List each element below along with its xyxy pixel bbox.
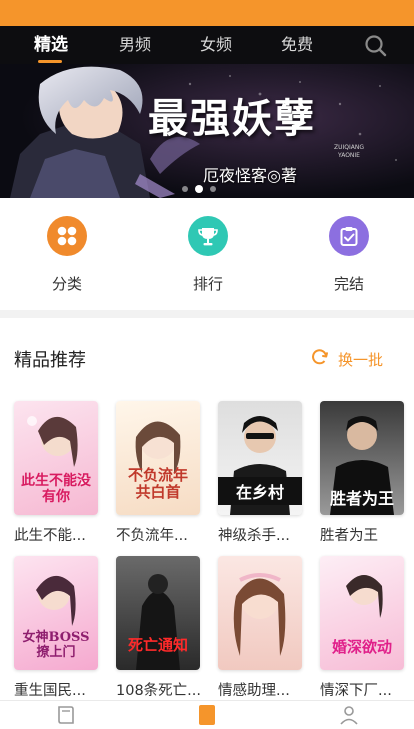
book-cover: 此生不能没有你 (14, 401, 98, 515)
cover-title: 胜者为王 (329, 489, 394, 508)
carousel-dots (182, 185, 216, 193)
refresh-label: 换一批 (338, 350, 384, 369)
refresh-button[interactable]: 换一批 (310, 347, 383, 371)
book-item[interactable]: 婚深欲动 情深下厂... (320, 556, 404, 700)
book-store-icon[interactable] (197, 705, 217, 729)
section-title: 精品推荐 (14, 350, 86, 371)
category-label: 分类 (51, 275, 82, 293)
book-cover: 不负流年共白首 (116, 401, 200, 515)
book-name: 此生不能... (14, 528, 86, 544)
category-label: 排行 (192, 275, 223, 293)
book-cover: 女神BOSS撩上门 (14, 556, 98, 670)
book-name: 重生国民... (14, 683, 86, 699)
cover-title: 死亡通知 (127, 636, 188, 654)
bookshelf-icon[interactable] (56, 705, 76, 729)
category-ranking-button[interactable]: 排行 (168, 216, 248, 294)
book-name: 胜者为王 (320, 528, 378, 544)
book-name: 神级杀手... (218, 528, 290, 544)
cover-title: 婚深欲动 (331, 638, 392, 656)
refresh-icon (310, 347, 330, 371)
banner-author: 厄夜怪客◎著 (203, 166, 297, 185)
cover-title: 女神BOSS撩上门 (22, 630, 90, 660)
book-name: 不负流年... (116, 528, 188, 544)
category-finished-button[interactable]: 完结 (309, 216, 389, 294)
book-item[interactable]: 情感助理... (218, 556, 302, 700)
top-nav: 精选 男频 女频 免费 (0, 26, 414, 64)
book-item[interactable]: 在乡村 神级杀手... (218, 401, 302, 545)
book-cover (218, 556, 302, 670)
profile-icon[interactable] (339, 705, 359, 729)
book-cover: 死亡通知 (116, 556, 200, 670)
grid-icon (47, 216, 87, 256)
book-name: 108条死亡... (116, 683, 200, 699)
book-cover: 在乡村 (218, 401, 302, 515)
carousel-dot[interactable] (182, 186, 188, 192)
carousel-dot[interactable] (210, 186, 216, 192)
trophy-icon (188, 216, 228, 256)
search-icon[interactable] (364, 34, 388, 58)
book-item[interactable]: 此生不能没有你 此生不能... (14, 401, 98, 545)
bottom-nav (0, 700, 414, 726)
cover-title: 此生不能没有你 (21, 473, 91, 505)
book-name: 情深下厂... (320, 683, 392, 699)
active-tab-indicator (38, 60, 62, 63)
section-divider (0, 310, 414, 318)
book-cover: 胜者为王 (320, 401, 404, 515)
status-bar (0, 0, 414, 26)
tab-free[interactable]: 免费 (281, 34, 313, 56)
book-name: 情感助理... (218, 683, 290, 699)
book-item[interactable]: 死亡通知 108条死亡... (116, 556, 200, 700)
book-item[interactable]: 胜者为王 胜者为王 (320, 401, 404, 545)
tab-female[interactable]: 女频 (200, 34, 232, 56)
carousel-dot-active[interactable] (195, 185, 203, 193)
tab-male[interactable]: 男频 (119, 34, 151, 56)
category-label: 完结 (333, 275, 364, 293)
category-row: 分类 排行 完结 (0, 198, 414, 310)
category-classify-button[interactable]: 分类 (27, 216, 107, 294)
banner-pinyin: ZUIQIANG YAONIE (334, 144, 365, 159)
cover-title: 不负流年共白首 (127, 466, 188, 501)
book-item[interactable]: 不负流年共白首 不负流年... (116, 401, 200, 545)
banner-title: 最强妖孽 (148, 95, 316, 142)
tab-featured[interactable]: 精选 (34, 34, 68, 56)
book-cover: 婚深欲动 (320, 556, 404, 670)
clipboard-check-icon (329, 216, 369, 256)
book-item[interactable]: 女神BOSS撩上门 重生国民... (14, 556, 98, 700)
cover-title: 在乡村 (218, 477, 302, 505)
